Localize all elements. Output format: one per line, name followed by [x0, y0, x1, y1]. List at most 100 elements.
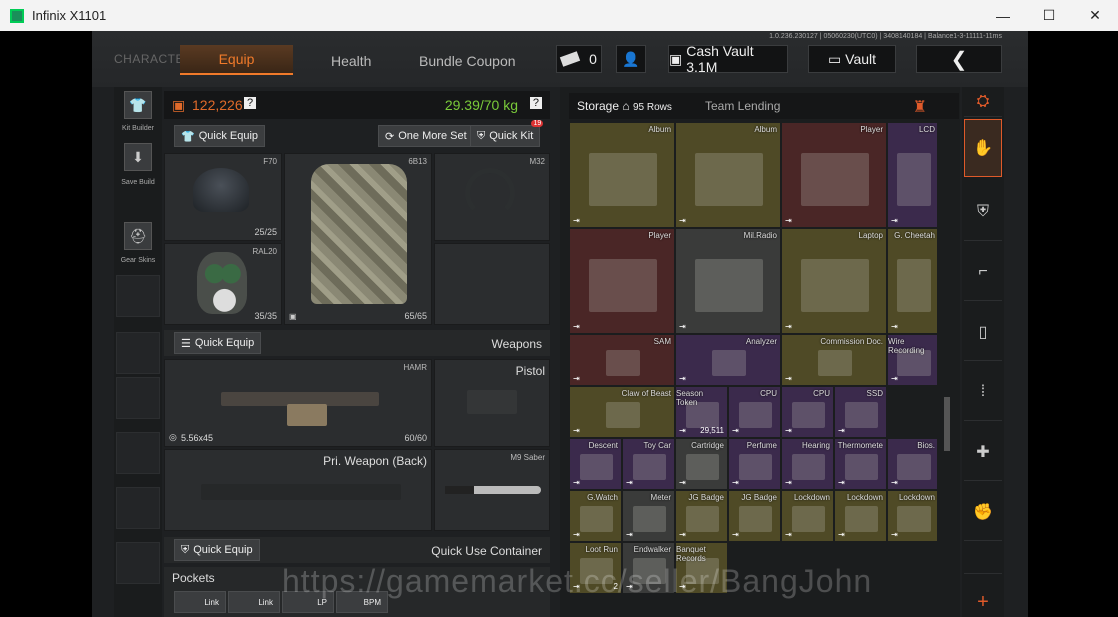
storage-item[interactable]: Season Token ⇥ 29,511 — [675, 386, 728, 438]
armor-slot[interactable]: 6B13 ▣ 65/65 — [284, 153, 432, 325]
storage-item-qty: 29,511 — [700, 426, 724, 435]
tab-equip[interactable]: Equip — [180, 45, 293, 75]
storage-item-name: Endwalker — [633, 545, 671, 554]
storage-item-name: Lockdown — [898, 493, 935, 502]
storage-item[interactable]: Mil.Radio ⇥ — [675, 228, 781, 334]
storage-item[interactable]: Bios. ⇥ — [887, 438, 937, 490]
storage-item[interactable]: SSD ⇥ — [834, 386, 887, 438]
storage-item[interactable]: Laptop ⇥ — [781, 228, 887, 334]
storage-item[interactable]: G.Watch ⇥ — [569, 490, 622, 542]
armor-value-icon: ▣ — [172, 97, 186, 113]
storage-item[interactable]: Album ⇥ — [569, 122, 675, 228]
save-build-label: Save Build — [121, 179, 155, 186]
storage-item[interactable]: Analyzer ⇥ — [675, 334, 781, 386]
storage-item[interactable]: Loot Run ⇥ 2 — [569, 542, 622, 594]
maximize-button[interactable]: ☐ — [1026, 0, 1072, 31]
storage-item[interactable]: Commission Doc. ⇥ — [781, 334, 887, 386]
storage-item[interactable]: Wire Recording ⇥ — [887, 334, 937, 386]
category-magazine-icon[interactable]: ▯ — [964, 303, 1002, 361]
empty-gear-slot[interactable] — [434, 243, 550, 325]
pistol-label: Pistol — [515, 364, 545, 378]
mask-slot[interactable]: RAL20 35/35 — [164, 243, 282, 325]
category-ammo-icon[interactable]: ⁞ — [964, 363, 1002, 421]
storage-item-name: Lockdown — [846, 493, 883, 502]
quick-kit-button[interactable]: ⛨ Quick Kit 19 — [470, 120, 544, 147]
storage-scrollbar[interactable] — [944, 397, 950, 451]
item-thumbnail — [685, 505, 720, 532]
melee-slot[interactable]: M9 Saber — [434, 449, 550, 531]
storage-item[interactable]: Toy Car ⇥ — [622, 438, 675, 490]
move-to-icon: ⇥ — [626, 530, 633, 539]
back-button[interactable]: ❮ — [916, 45, 1002, 73]
storage-item[interactable]: Meter ⇥ — [622, 490, 675, 542]
tab-bundle-coupon[interactable]: Bundle Coupon — [419, 53, 516, 69]
filter-icon[interactable]: ⛭ — [964, 87, 1002, 117]
quick-equip-button[interactable]: 👕 Quick Equip — [174, 125, 266, 147]
currency-pill[interactable]: 0 — [556, 45, 602, 73]
storage-item[interactable]: CPU ⇥ — [728, 386, 781, 438]
storage-category-tabs: ⛭ ✋ ⛨ ⌐ ▯ ⁞ ✚ ✊ + — [962, 87, 1004, 617]
storage-item[interactable]: Thermomete ⇥ — [834, 438, 887, 490]
storage-item[interactable]: Perfume ⇥ — [728, 438, 781, 490]
quick-use-equip-label: Quick Equip — [193, 544, 253, 556]
kit-builder-button[interactable]: 👕 — [124, 91, 152, 119]
close-button[interactable]: ✕ — [1072, 0, 1118, 31]
storage-item[interactable]: Album ⇥ — [675, 122, 781, 228]
helmet-slot[interactable]: F70 25/25 — [164, 153, 282, 241]
minimize-button[interactable]: — — [980, 0, 1026, 31]
storage-item[interactable]: Lockdown ⇥ — [887, 490, 937, 542]
value-help-button[interactable]: ? — [244, 97, 257, 109]
storage-item[interactable]: Hearing ⇥ — [781, 438, 834, 490]
storage-item-name: CPU — [760, 389, 777, 398]
primary-weapon-slot[interactable]: HAMR ◎ 5.56x45 60/60 — [164, 359, 432, 447]
tab-health[interactable]: Health — [331, 53, 371, 69]
weapons-quick-equip-button[interactable]: ☰ Quick Equip — [174, 332, 262, 354]
quick-use-bar: ⛨ Quick Equip Quick Use Container — [164, 537, 550, 563]
storage-item[interactable]: Banquet Records ⇥ — [675, 542, 728, 594]
headset-slot[interactable]: M32 — [434, 153, 550, 241]
storage-item[interactable]: JG Badge ⇥ — [675, 490, 728, 542]
item-thumbnail — [844, 401, 879, 428]
pocket-item[interactable]: LP — [282, 591, 334, 613]
weight-help-button[interactable]: ? — [529, 97, 542, 109]
category-all-icon[interactable]: ✋ — [964, 119, 1002, 177]
storage-item[interactable]: G. Cheetah ⇥ — [887, 228, 937, 334]
item-thumbnail — [791, 401, 826, 428]
storage-item[interactable]: Descent ⇥ — [569, 438, 622, 490]
pistol-slot[interactable]: Pistol — [434, 359, 550, 447]
add-icon[interactable]: + — [964, 573, 1002, 617]
pocket-item[interactable]: Link — [228, 591, 280, 613]
storage-item[interactable]: SAM ⇥ — [569, 334, 675, 386]
category-medical-icon[interactable]: ✚ — [964, 423, 1002, 481]
category-misc-icon[interactable]: ✊ — [964, 483, 1002, 541]
character-portrait-button[interactable]: 👤 — [616, 45, 646, 73]
storage-item[interactable]: Endwalker ⇥ — [622, 542, 675, 594]
quick-use-equip-button[interactable]: ⛨ Quick Equip — [174, 539, 260, 561]
gear-skins-button[interactable]: ⛑ — [124, 222, 152, 250]
storage-item[interactable]: LCD ⇥ — [887, 122, 937, 228]
tab-storage[interactable]: Storage ⌂ 95 Rows — [577, 99, 672, 113]
category-weapon-icon[interactable]: ⌐ — [964, 243, 1002, 301]
cash-vault-button[interactable]: ▣ Cash Vault 3.1M — [668, 43, 788, 75]
move-to-icon: ⇥ — [679, 530, 686, 539]
storage-item[interactable]: Player ⇥ — [569, 228, 675, 334]
storage-item[interactable]: Player ⇥ — [781, 122, 887, 228]
storage-item[interactable]: JG Badge ⇥ — [728, 490, 781, 542]
storage-grid: Album ⇥ Album ⇥ Player ⇥ LCD ⇥ Player ⇥ Mil.Radio ⇥… — [569, 122, 937, 617]
save-build-button[interactable]: ⬇ — [124, 143, 152, 171]
vault-button[interactable]: ▭ Vault — [808, 45, 896, 73]
storage-item[interactable]: Claw of Beast ⇥ — [569, 386, 675, 438]
storage-item[interactable]: Lockdown ⇥ — [834, 490, 887, 542]
back-weapon-slot[interactable]: Pri. Weapon (Back) — [164, 449, 432, 531]
item-thumbnail — [685, 453, 720, 480]
storage-item[interactable]: Lockdown ⇥ — [781, 490, 834, 542]
one-more-set-button[interactable]: ⟳ One More Set — [378, 125, 474, 147]
category-armor-icon[interactable]: ⛨ — [964, 183, 1002, 241]
tab-team-lending[interactable]: Team Lending — [705, 99, 780, 113]
sort-icon[interactable]: ♜ — [913, 97, 927, 117]
pocket-item[interactable]: Link — [174, 591, 226, 613]
vault-label: Vault — [845, 51, 877, 67]
pocket-item[interactable]: BPM — [336, 591, 388, 613]
storage-item[interactable]: CPU ⇥ — [781, 386, 834, 438]
storage-item[interactable]: Cartridge ⇥ — [675, 438, 728, 490]
